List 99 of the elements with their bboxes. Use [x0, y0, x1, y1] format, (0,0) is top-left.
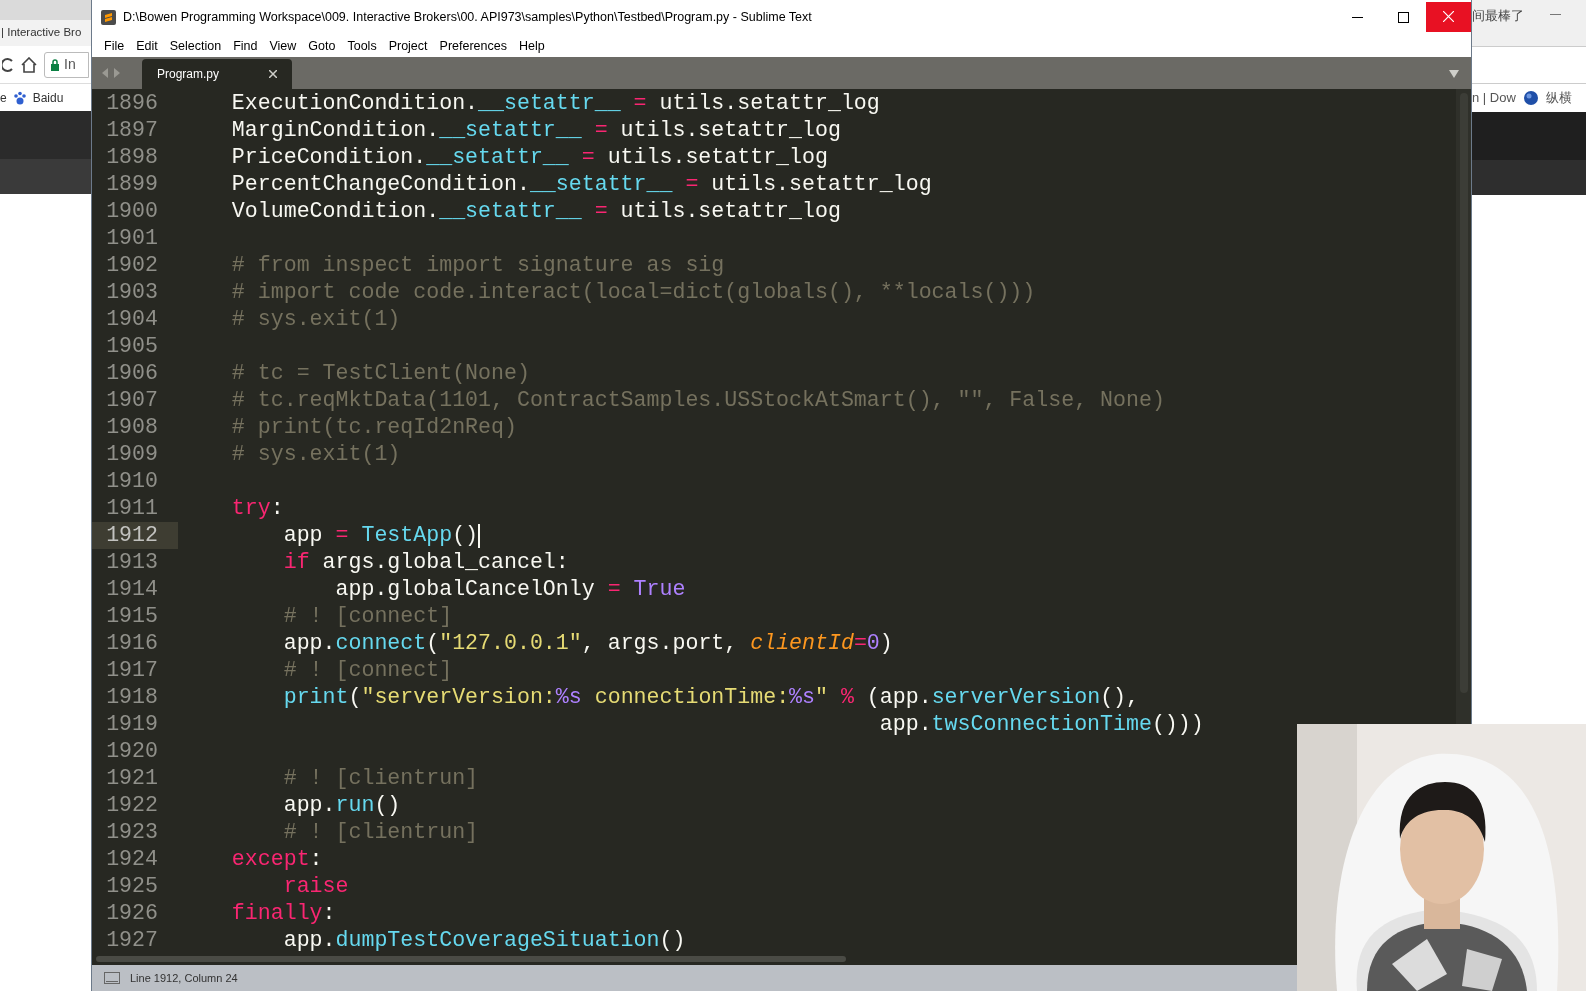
code-line: MarginCondition.__setattr__ = utils.setattr_log — [230, 117, 841, 145]
code-line: # ! [connect] — [282, 603, 453, 631]
menu-item[interactable]: Preferences — [433, 36, 513, 56]
line-number: 1901 — [106, 225, 158, 253]
window-title: 间最棒了 — [1472, 7, 1524, 25]
line-number: 1905 — [106, 333, 158, 361]
line-number: 1923 — [106, 819, 158, 847]
text-cursor — [478, 523, 481, 548]
close-icon — [1443, 11, 1454, 22]
line-number: 1907 — [106, 387, 158, 415]
code-line: # tc = TestClient(None) — [230, 360, 530, 388]
code-line: # print(tc.reqId2nReq) — [230, 414, 517, 442]
code-line: # import code code.interact(local=dict(globals(), **locals())) — [230, 279, 1036, 307]
browser-tab-title[interactable]: | Interactive Bro — [0, 24, 82, 42]
line-number: 1899 — [106, 171, 158, 199]
bookmark-link[interactable]: 纵横 — [1545, 88, 1572, 108]
app-logo-icon — [101, 10, 116, 25]
minimize-icon — [1351, 17, 1363, 18]
menu-item[interactable]: Find — [227, 36, 264, 56]
line-number: 1916 — [106, 630, 158, 658]
code-line: PriceCondition.__setattr__ = utils.setattr_log — [230, 144, 828, 172]
code-line: app = TestApp() — [282, 522, 479, 550]
close-icon[interactable] — [269, 70, 277, 78]
line-number: 1898 — [106, 144, 158, 172]
dropdown-icon[interactable] — [1449, 70, 1459, 78]
line-number: 1921 — [106, 765, 158, 793]
code-line: VolumeCondition.__setattr__ = utils.setattr_log — [230, 198, 841, 226]
line-number: 1915 — [106, 603, 158, 631]
code-line: app.twsConnectionTime())) — [878, 711, 1204, 739]
code-line: PercentChangeCondition.__setattr__ = utils.setattr_log — [230, 171, 932, 199]
line-number: 1910 — [106, 468, 158, 496]
line-number: 1906 — [106, 360, 158, 388]
line-number: 1912 — [106, 522, 158, 550]
paw-icon — [12, 90, 27, 105]
code-line: if args.global_cancel: — [282, 549, 569, 577]
window-title: D:\Bowen Programming Workspace\009. Interactive Brokers\00. API973\samples\Python\Testbed\Program.py - Sublime Text — [123, 9, 812, 27]
line-number: 1920 — [106, 738, 158, 766]
line-number: 1902 — [106, 252, 158, 280]
reload-icon[interactable] — [2, 56, 14, 73]
line-number: 1918 — [106, 684, 158, 712]
menu-item[interactable]: File — [98, 36, 131, 56]
lock-icon — [50, 58, 60, 71]
line-number: 1926 — [106, 900, 158, 928]
line-number: 1927 — [106, 927, 158, 955]
maximize-icon — [1397, 12, 1409, 23]
editor-tab[interactable]: Program.py — [142, 59, 292, 89]
right-arrow-icon[interactable] — [114, 68, 120, 78]
code-line: finally: — [230, 900, 336, 928]
code-line: except: — [230, 846, 323, 874]
line-number: 1900 — [106, 198, 158, 226]
panel-icon[interactable] — [104, 972, 120, 984]
left-arrow-icon[interactable] — [102, 68, 108, 78]
code-line: raise — [282, 873, 349, 901]
menu-item[interactable]: Help — [512, 36, 551, 56]
status-text: Line 1912, Column 24 — [130, 970, 238, 986]
code-line: # ! [clientrun] — [282, 819, 479, 847]
line-number: 1917 — [106, 657, 158, 685]
line-number: 1919 — [106, 711, 158, 739]
code-line: # sys.exit(1) — [230, 306, 401, 334]
line-number: 1914 — [106, 576, 158, 604]
address-field[interactable] — [1472, 46, 1586, 84]
code-line: app.globalCancelOnly = True — [334, 576, 686, 604]
menu-item[interactable]: Selection — [163, 36, 228, 56]
code-line: app.connect("127.0.0.1", args.port, clientId=0) — [282, 630, 893, 658]
address-field[interactable]: In — [44, 51, 89, 78]
globe-icon — [1523, 91, 1538, 105]
menu-item[interactable]: Edit — [130, 36, 164, 56]
line-number: 1896 — [106, 90, 158, 118]
code-line: try: — [230, 495, 284, 523]
bookmark-link[interactable]: e — [0, 88, 7, 107]
code-line: print("serverVersion:%s connectionTime:%s" % (app.serverVersion(), — [282, 684, 1139, 712]
menu-item[interactable]: Goto — [302, 36, 342, 56]
bookmark-link[interactable]: Baidu — [32, 88, 64, 107]
close-button[interactable] — [1426, 1, 1471, 32]
home-icon[interactable] — [20, 56, 38, 73]
line-number: 1909 — [106, 441, 158, 469]
line-number: 1903 — [106, 279, 158, 307]
line-number: 1924 — [106, 846, 158, 874]
line-number: 1897 — [106, 117, 158, 145]
horizontal-scrollbar[interactable] — [96, 956, 846, 962]
menu-item[interactable]: View — [263, 36, 303, 56]
menu-item[interactable]: Tools — [341, 36, 383, 56]
code-line: # ! [clientrun] — [282, 765, 479, 793]
menu-item[interactable]: Project — [382, 36, 434, 56]
code-line: app.run() — [282, 792, 401, 820]
code-line: # sys.exit(1) — [230, 441, 401, 469]
code-line: # tc.reqMktData(1101, ContractSamples.USStockAtSmart(), "", False, None) — [230, 387, 1165, 415]
line-number: 1922 — [106, 792, 158, 820]
line-number: 1904 — [106, 306, 158, 334]
browser-tab[interactable]: | Interactive Bro — [0, 20, 91, 46]
code-line: ExecutionCondition.__setattr__ = utils.setattr_log — [230, 90, 880, 118]
line-number: 1911 — [106, 495, 158, 523]
code-line: app.dumpTestCoverageSituation() — [282, 927, 686, 955]
line-number: 1925 — [106, 873, 158, 901]
bookmark-link[interactable]: n | Dow — [1472, 88, 1516, 108]
line-number: 1913 — [106, 549, 158, 577]
code-line: # ! [connect] — [282, 657, 453, 685]
line-number: 1908 — [106, 414, 158, 442]
code-line: # from inspect import signature as sig — [230, 252, 725, 280]
